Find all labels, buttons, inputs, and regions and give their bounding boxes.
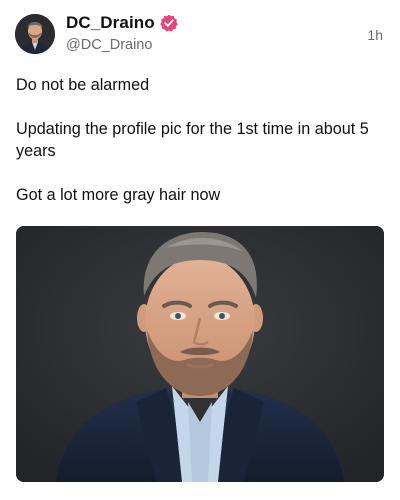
- avatar[interactable]: [15, 14, 55, 54]
- post-paragraph: Do not be alarmed: [16, 76, 150, 94]
- verified-badge-icon: [159, 14, 178, 32]
- author-display-name[interactable]: DC_Draino: [66, 13, 155, 33]
- post-card: DC_Draino @DC_Draino 1h Do not be alarme…: [0, 0, 400, 500]
- post-paragraph: Updating the profile pic for the 1st tim…: [16, 120, 369, 160]
- post-timestamp[interactable]: 1h: [367, 27, 383, 43]
- post-body: Do not be alarmed Updating the profile p…: [16, 74, 386, 206]
- author-handle[interactable]: @DC_Draino: [66, 37, 178, 53]
- post-paragraph: Got a lot more gray hair now: [16, 186, 221, 204]
- post-header: DC_Draino @DC_Draino: [66, 12, 178, 53]
- author-name-row: DC_Draino: [66, 12, 178, 34]
- post-media-photo[interactable]: [16, 226, 384, 482]
